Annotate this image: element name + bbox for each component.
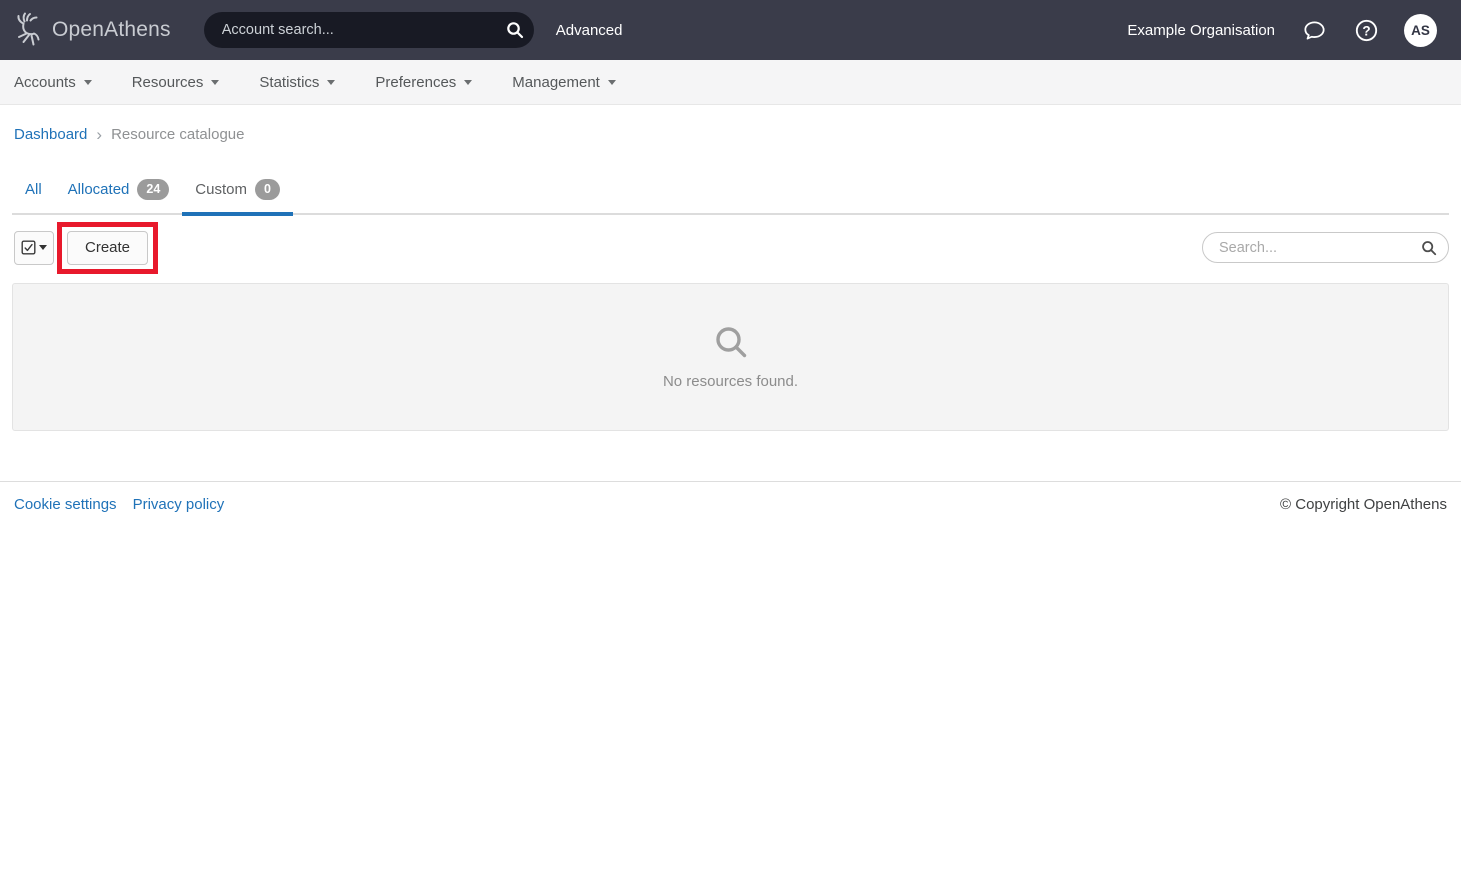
top-header: OpenAthens Advanced Example Organisation… [0,0,1461,60]
breadcrumb-separator-icon: › [96,126,102,143]
chat-bubble-icon [1302,18,1327,43]
account-search-button[interactable] [500,15,530,45]
privacy-policy-link[interactable]: Privacy policy [133,496,225,513]
advanced-search-link[interactable]: Advanced [556,22,623,39]
chevron-down-icon [211,80,219,85]
openathens-logo[interactable]: OpenAthens [14,11,171,49]
nav-item-resources[interactable]: Resources [132,74,220,91]
nav-item-preferences[interactable]: Preferences [375,74,472,91]
help-button[interactable]: ? [1354,18,1379,43]
tab-custom[interactable]: Custom 0 [182,168,293,213]
chevron-down-icon [464,80,472,85]
breadcrumb: Dashboard › Resource catalogue [0,105,1461,143]
resource-tabs: All Allocated 24 Custom 0 [12,168,1449,215]
chevron-down-icon [327,80,335,85]
tab-allocated[interactable]: Allocated 24 [55,168,183,213]
feedback-button[interactable] [1302,18,1327,43]
tab-label: All [25,181,42,198]
chevron-down-icon [608,80,616,85]
chevron-down-icon [39,245,47,250]
custom-count-badge: 0 [255,179,280,200]
openathens-logo-icon [14,11,44,49]
main-nav: Accounts Resources Statistics Preference… [0,60,1461,105]
bulk-select-button[interactable] [14,231,54,265]
account-search-input[interactable] [204,12,534,48]
avatar-initials: AS [1411,23,1430,38]
checkbox-icon [21,240,36,255]
resource-search-input[interactable] [1202,232,1449,263]
nav-item-statistics[interactable]: Statistics [259,74,335,91]
footer: Cookie settings Privacy policy © Copyrig… [0,481,1461,513]
tab-all[interactable]: All [12,168,55,213]
avatar[interactable]: AS [1404,14,1437,47]
nav-item-label: Accounts [14,74,76,91]
annotation-highlight-box: Create [57,222,158,274]
brand-name: OpenAthens [52,18,171,42]
chevron-down-icon [84,80,92,85]
breadcrumb-dashboard-link[interactable]: Dashboard [14,126,87,143]
cookie-settings-link[interactable]: Cookie settings [14,496,117,513]
tab-label: Custom [195,181,247,198]
nav-item-management[interactable]: Management [512,74,616,91]
search-icon[interactable] [1421,240,1437,256]
empty-state-panel: No resources found. [12,283,1449,431]
create-button[interactable]: Create [67,231,148,265]
copyright-text: © Copyright OpenAthens [1280,496,1447,513]
empty-state-message: No resources found. [663,373,798,390]
tab-label: Allocated [68,181,130,198]
allocated-count-badge: 24 [137,179,169,200]
no-results-search-icon [713,324,749,360]
nav-item-label: Resources [132,74,204,91]
nav-item-label: Preferences [375,74,456,91]
search-icon [506,21,524,39]
resource-search [1202,232,1449,263]
nav-item-label: Management [512,74,600,91]
nav-item-accounts[interactable]: Accounts [14,74,92,91]
account-search [204,12,534,48]
nav-item-label: Statistics [259,74,319,91]
breadcrumb-current: Resource catalogue [111,126,244,143]
help-glyph: ? [1362,23,1370,38]
organisation-name: Example Organisation [1127,22,1275,39]
help-icon: ? [1354,18,1379,43]
toolbar: Create [12,222,1449,274]
